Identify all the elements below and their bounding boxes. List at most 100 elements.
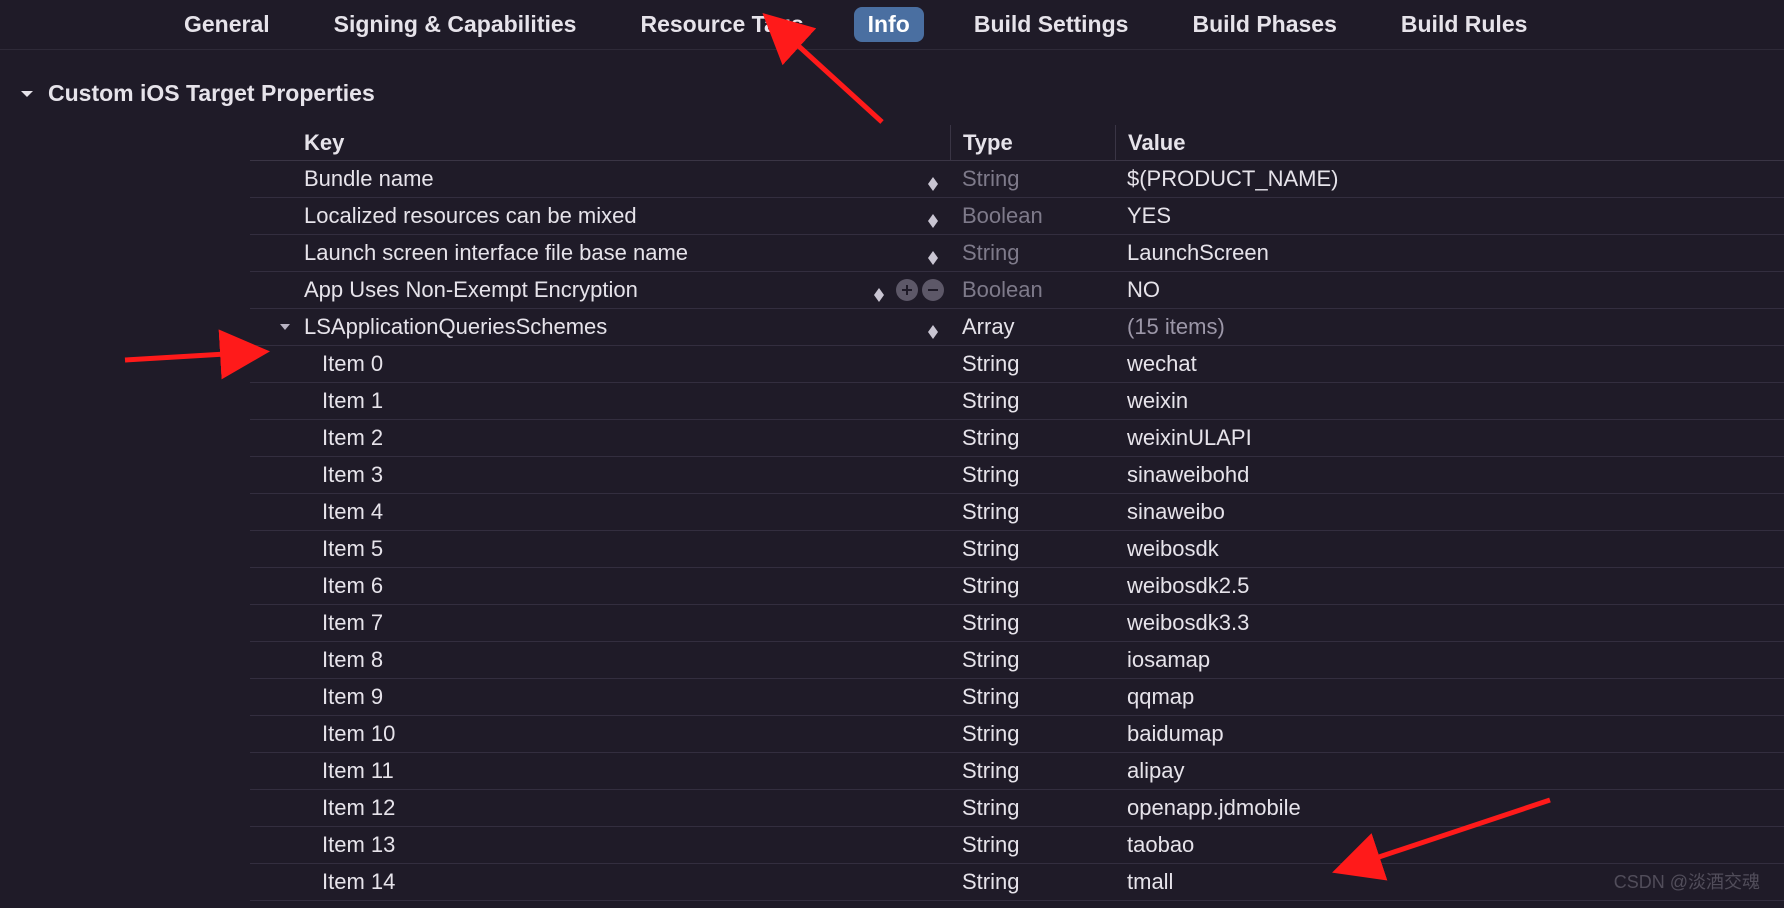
type-cell: String xyxy=(950,499,1115,525)
table-row[interactable]: Item 10 String baidumap xyxy=(250,716,1784,753)
stepper-icon[interactable] xyxy=(924,321,942,343)
key-cell[interactable]: Item 7 xyxy=(250,610,950,636)
tab-bar: General Signing & Capabilities Resource … xyxy=(0,0,1784,50)
key-cell[interactable]: Launch screen interface file base name xyxy=(250,238,950,269)
key-cell[interactable]: Item 4 xyxy=(250,499,950,525)
stepper-icon[interactable] xyxy=(870,284,888,306)
table-row[interactable]: App Uses Non-Exempt Encryption Boolean N… xyxy=(250,272,1784,309)
value-cell[interactable]: weixin xyxy=(1115,388,1784,414)
table-row[interactable]: Item 2 String weixinULAPI xyxy=(250,420,1784,457)
table-row[interactable]: Item 8 String iosamap xyxy=(250,642,1784,679)
value-text: tmall xyxy=(1127,869,1173,895)
key-cell[interactable]: Item 0 xyxy=(250,351,950,377)
value-cell[interactable]: iosamap xyxy=(1115,647,1784,673)
value-cell[interactable]: alipay xyxy=(1115,758,1784,784)
table-row[interactable]: Item 13 String taobao xyxy=(250,827,1784,864)
value-cell[interactable]: LaunchScreen xyxy=(1115,240,1784,266)
type-cell: Boolean xyxy=(950,277,1115,303)
table-row[interactable]: Item 12 String openapp.jdmobile xyxy=(250,790,1784,827)
table-row[interactable]: Bundle name String $(PRODUCT_NAME) xyxy=(250,161,1784,198)
tab-general[interactable]: General xyxy=(170,7,284,42)
key-cell[interactable]: Item 8 xyxy=(250,647,950,673)
key-cell[interactable]: Item 10 xyxy=(250,721,950,747)
chevron-down-icon[interactable] xyxy=(276,320,294,334)
value-cell[interactable]: weibosdk2.5 xyxy=(1115,573,1784,599)
key-cell[interactable]: App Uses Non-Exempt Encryption xyxy=(250,275,950,306)
table-row[interactable]: Item 3 String sinaweibohd xyxy=(250,457,1784,494)
table-row[interactable]: Item 7 String weibosdk3.3 xyxy=(250,605,1784,642)
value-cell[interactable]: openapp.jdmobile xyxy=(1115,795,1784,821)
key-cell[interactable]: Localized resources can be mixed xyxy=(250,201,950,232)
value-cell[interactable]: NO xyxy=(1115,277,1784,303)
stepper-icon[interactable] xyxy=(924,173,942,195)
table-row[interactable]: Item 5 String weibosdk xyxy=(250,531,1784,568)
key-cell[interactable]: Item 13 xyxy=(250,832,950,858)
key-cell[interactable]: LSApplicationQueriesSchemes xyxy=(250,312,950,343)
tab-build-settings[interactable]: Build Settings xyxy=(960,7,1143,42)
column-key[interactable]: Key xyxy=(250,130,950,156)
key-cell[interactable]: Item 6 xyxy=(250,573,950,599)
key-text: Item 0 xyxy=(322,351,383,377)
key-cell[interactable]: Item 1 xyxy=(250,388,950,414)
value-text: openapp.jdmobile xyxy=(1127,795,1301,821)
stepper-icon[interactable] xyxy=(924,210,942,232)
value-cell[interactable]: (15 items) xyxy=(1115,314,1784,340)
value-cell[interactable]: wechat xyxy=(1115,351,1784,377)
value-cell[interactable]: qqmap xyxy=(1115,684,1784,710)
tab-signing-capabilities[interactable]: Signing & Capabilities xyxy=(320,7,591,42)
value-text: iosamap xyxy=(1127,647,1210,673)
type-cell: String xyxy=(950,536,1115,562)
key-cell[interactable]: Item 5 xyxy=(250,536,950,562)
value-cell[interactable]: baidumap xyxy=(1115,721,1784,747)
key-cell[interactable]: Item 2 xyxy=(250,425,950,451)
value-cell[interactable]: weibosdk3.3 xyxy=(1115,610,1784,636)
key-text: LSApplicationQueriesSchemes xyxy=(294,314,607,340)
table-row[interactable]: Item 11 String alipay xyxy=(250,753,1784,790)
tab-info[interactable]: Info xyxy=(854,7,924,42)
value-cell[interactable]: $(PRODUCT_NAME) xyxy=(1115,166,1784,192)
value-cell[interactable]: taobao xyxy=(1115,832,1784,858)
add-button[interactable] xyxy=(896,279,918,301)
tab-build-phases[interactable]: Build Phases xyxy=(1178,7,1350,42)
value-cell[interactable]: sinaweibo xyxy=(1115,499,1784,525)
table-row[interactable]: Item 1 String weixin xyxy=(250,383,1784,420)
value-text: (15 items) xyxy=(1127,314,1225,340)
table-row[interactable]: Item 6 String weibosdk2.5 xyxy=(250,568,1784,605)
tab-resource-tags[interactable]: Resource Tags xyxy=(626,7,817,42)
section-header[interactable]: Custom iOS Target Properties xyxy=(0,50,1784,125)
table-row[interactable]: Item 0 String wechat xyxy=(250,346,1784,383)
annotation-arrow xyxy=(120,330,270,376)
column-type[interactable]: Type xyxy=(950,125,1115,160)
value-cell[interactable]: sinaweibohd xyxy=(1115,462,1784,488)
table-row[interactable]: Item 9 String qqmap xyxy=(250,679,1784,716)
section-title: Custom iOS Target Properties xyxy=(48,80,375,107)
value-cell[interactable]: weixinULAPI xyxy=(1115,425,1784,451)
key-cell[interactable]: Item 12 xyxy=(250,795,950,821)
key-cell[interactable]: Item 9 xyxy=(250,684,950,710)
stepper-icon[interactable] xyxy=(924,247,942,269)
value-text: weibosdk2.5 xyxy=(1127,573,1249,599)
tab-build-rules[interactable]: Build Rules xyxy=(1387,7,1542,42)
table-row[interactable]: LSApplicationQueriesSchemes Array (15 it… xyxy=(250,309,1784,346)
key-text: Item 8 xyxy=(322,647,383,673)
remove-button[interactable] xyxy=(922,279,944,301)
table-row[interactable]: Item 4 String sinaweibo xyxy=(250,494,1784,531)
key-text: Item 1 xyxy=(322,388,383,414)
key-cell[interactable]: Bundle name xyxy=(250,164,950,195)
table-row[interactable]: Launch screen interface file base name S… xyxy=(250,235,1784,272)
column-value[interactable]: Value xyxy=(1115,125,1784,160)
value-cell[interactable]: weibosdk xyxy=(1115,536,1784,562)
value-cell[interactable]: YES xyxy=(1115,203,1784,229)
value-text: $(PRODUCT_NAME) xyxy=(1127,166,1338,192)
key-text: App Uses Non-Exempt Encryption xyxy=(294,277,638,303)
type-cell: String xyxy=(950,832,1115,858)
table-row[interactable]: Localized resources can be mixed Boolean… xyxy=(250,198,1784,235)
type-cell: String xyxy=(950,240,1115,266)
key-cell[interactable]: Item 3 xyxy=(250,462,950,488)
table-row[interactable]: Item 14 String tmall xyxy=(250,864,1784,901)
value-text: sinaweibohd xyxy=(1127,462,1249,488)
watermark: CSDN @淡酒交魂 xyxy=(1614,868,1760,894)
value-text: alipay xyxy=(1127,758,1184,784)
key-cell[interactable]: Item 11 xyxy=(250,758,950,784)
key-cell[interactable]: Item 14 xyxy=(250,869,950,895)
